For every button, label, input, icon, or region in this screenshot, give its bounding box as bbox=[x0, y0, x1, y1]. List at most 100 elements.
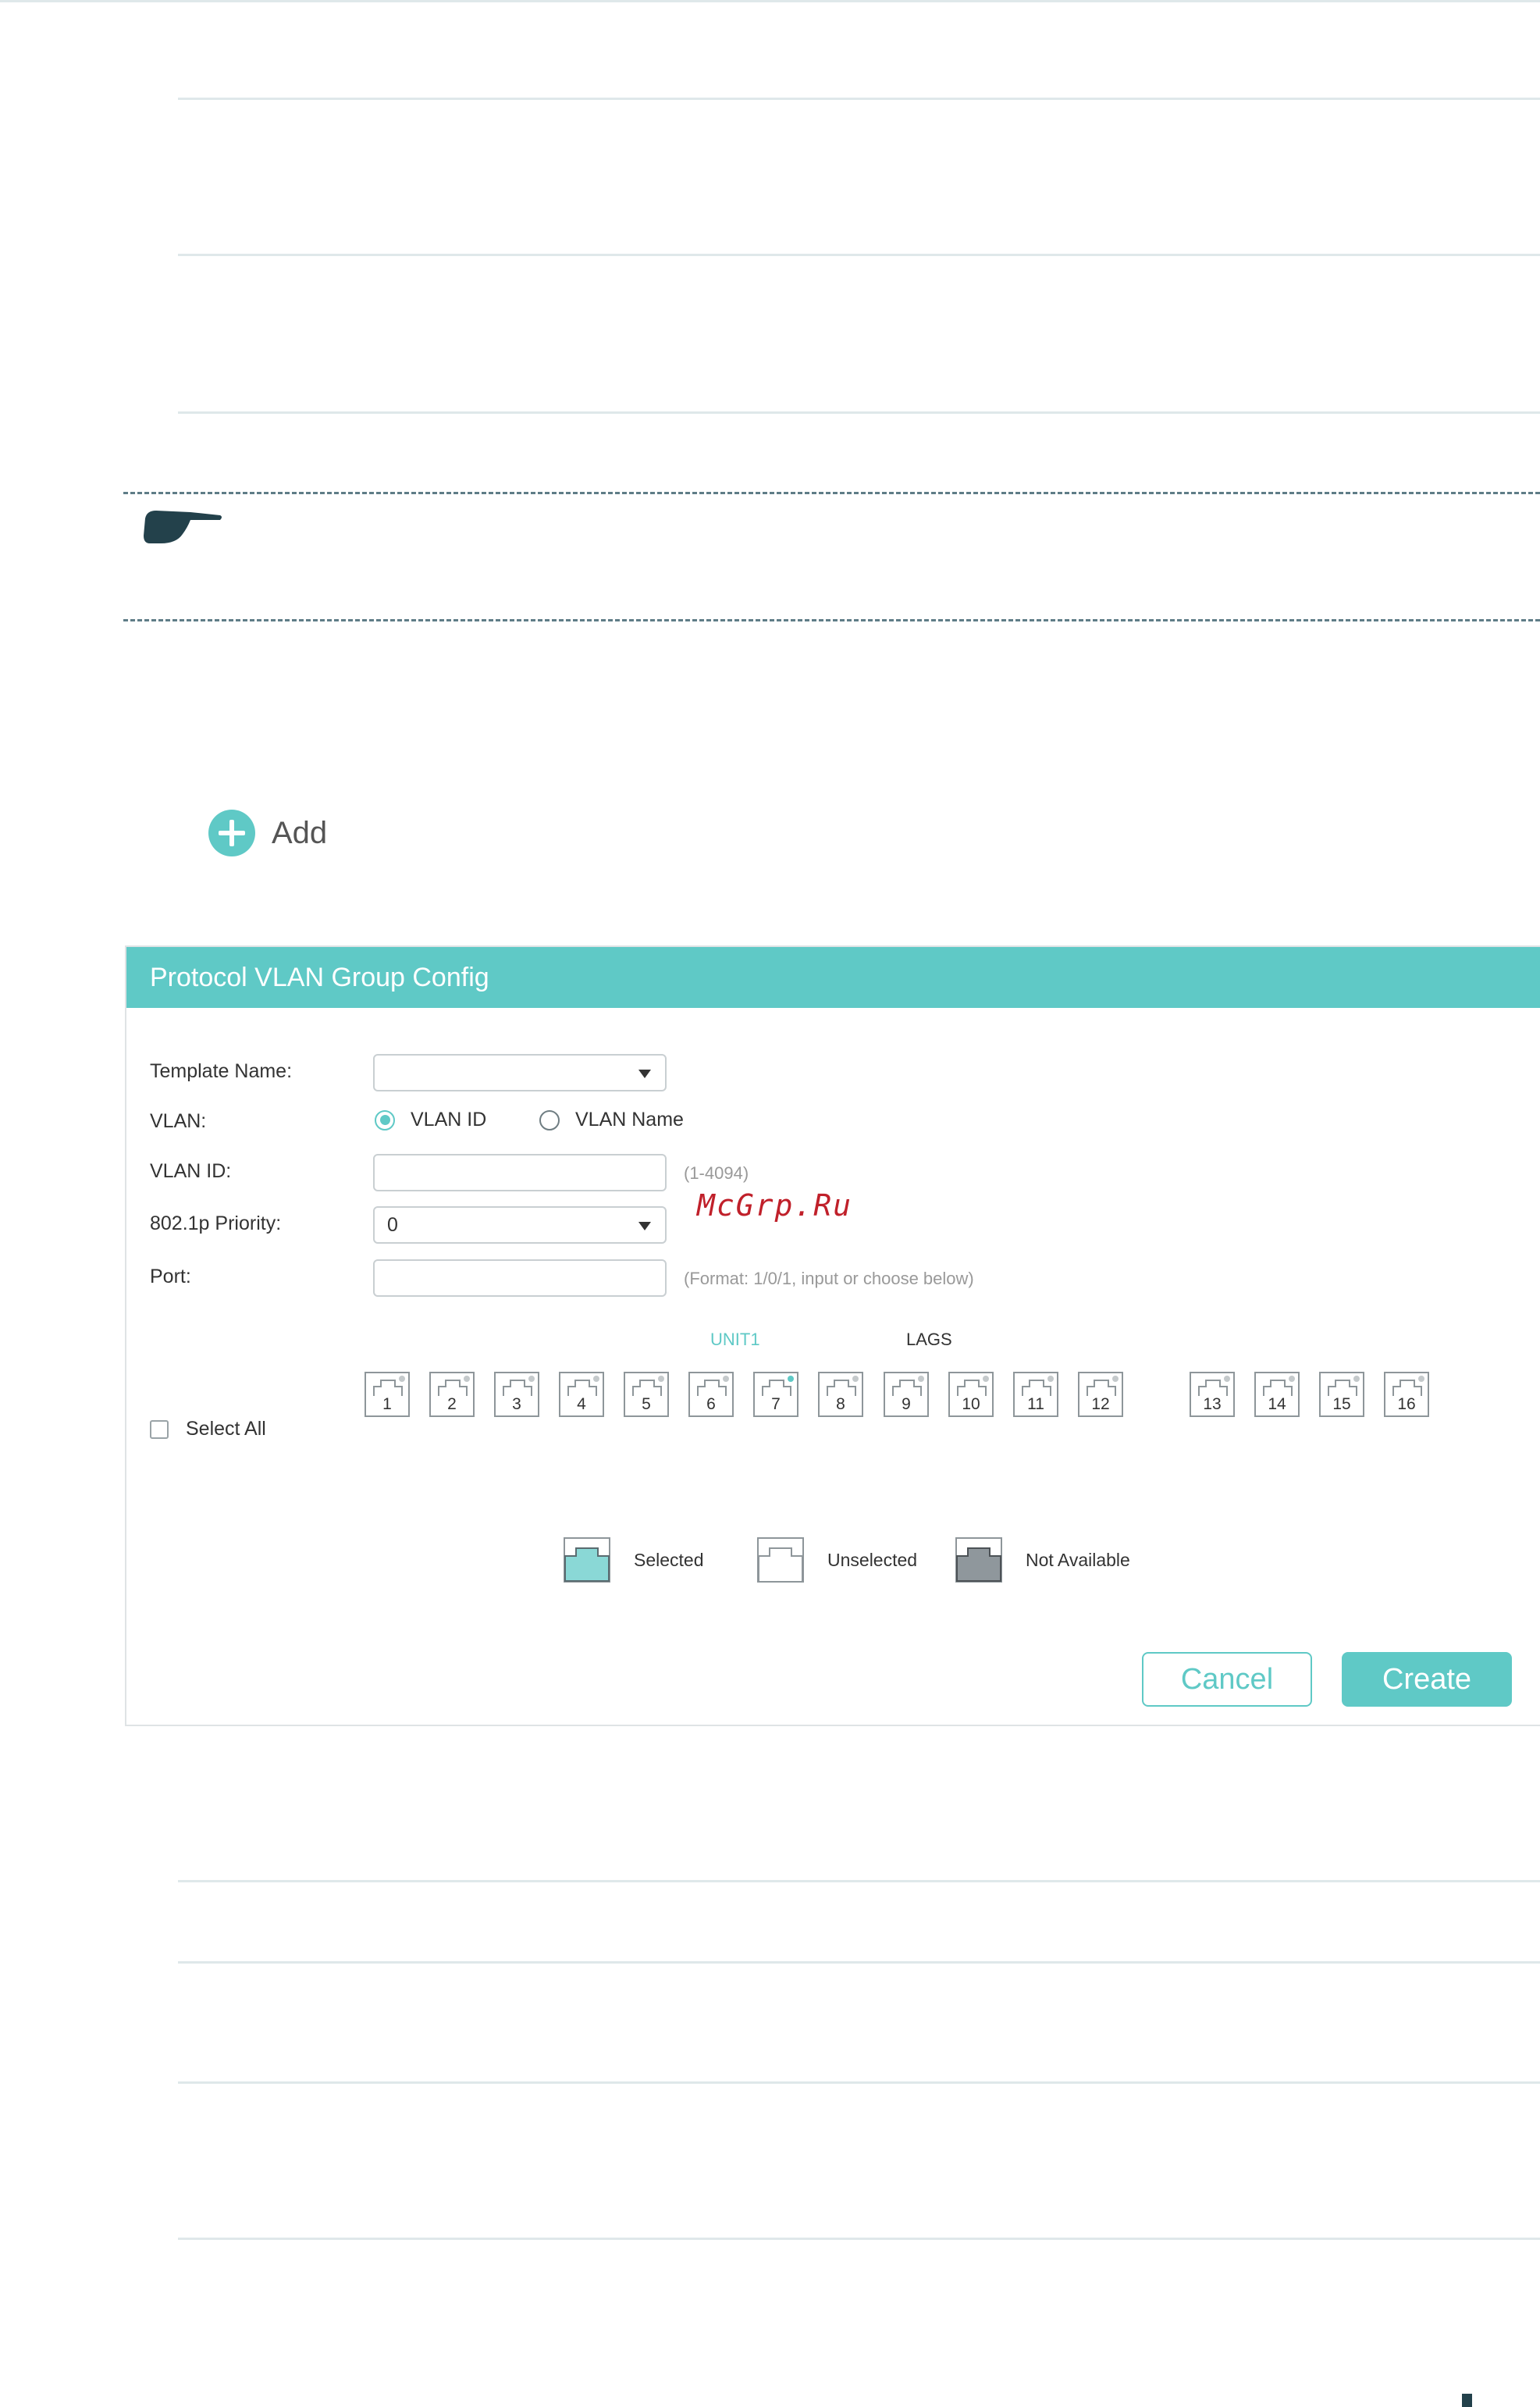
port-13-button[interactable]: 13 bbox=[1190, 1372, 1235, 1417]
port-number: 7 bbox=[771, 1395, 781, 1413]
port-number: 11 bbox=[1027, 1395, 1044, 1413]
create-button[interactable]: Create bbox=[1342, 1652, 1512, 1707]
legend-unselected-label: Unselected bbox=[827, 1549, 918, 1570]
ethernet-port-icon bbox=[373, 1380, 403, 1396]
ethernet-port-icon bbox=[697, 1380, 727, 1396]
priority-select[interactable]: 0 bbox=[373, 1206, 667, 1244]
ethernet-port-icon bbox=[827, 1380, 856, 1396]
ethernet-port-icon bbox=[762, 1380, 791, 1396]
port-number: 10 bbox=[962, 1395, 980, 1413]
legend-selected-label: Selected bbox=[634, 1549, 704, 1570]
port-number: 14 bbox=[1268, 1395, 1286, 1413]
port-15-button[interactable]: 15 bbox=[1319, 1372, 1364, 1417]
pointing-hand-icon bbox=[142, 507, 223, 550]
priority-label: 802.1p Priority: bbox=[150, 1212, 282, 1234]
port-12-button[interactable]: 12 bbox=[1078, 1372, 1123, 1417]
select-all-label: Select All bbox=[186, 1418, 266, 1440]
port-number: 2 bbox=[447, 1395, 457, 1413]
port-status-led bbox=[788, 1376, 794, 1382]
add-button-label: Add bbox=[272, 815, 328, 850]
port-5-button[interactable]: 5 bbox=[624, 1372, 669, 1417]
select-all-checkbox[interactable]: Select All bbox=[150, 1418, 266, 1440]
port-7-button[interactable]: 7 bbox=[753, 1372, 798, 1417]
chevron-down-icon bbox=[638, 1070, 651, 1078]
ethernet-port-icon bbox=[892, 1380, 922, 1396]
unit-label: UNIT1 bbox=[710, 1330, 760, 1349]
port-not-available-icon bbox=[955, 1537, 1002, 1583]
port-number: 1 bbox=[382, 1395, 392, 1413]
port-label: Port: bbox=[150, 1266, 191, 1287]
ethernet-port-icon bbox=[567, 1380, 597, 1396]
radio-unchecked-icon bbox=[539, 1109, 560, 1131]
port-9-button[interactable]: 9 bbox=[884, 1372, 929, 1417]
port-6-button[interactable]: 6 bbox=[688, 1372, 734, 1417]
ethernet-port-icon bbox=[503, 1380, 532, 1396]
vlan-label: VLAN: bbox=[150, 1110, 207, 1132]
port-11-button[interactable]: 11 bbox=[1013, 1372, 1058, 1417]
ethernet-port-icon bbox=[957, 1380, 987, 1396]
radio-checked-icon bbox=[375, 1109, 395, 1131]
port-status-led bbox=[1289, 1376, 1295, 1382]
vlan-id-input[interactable] bbox=[373, 1154, 667, 1191]
port-10-button[interactable]: 10 bbox=[948, 1372, 994, 1417]
add-circle-icon bbox=[208, 810, 255, 856]
radio-vlan-id-label: VLAN ID bbox=[411, 1109, 487, 1131]
table-rule bbox=[178, 2081, 1540, 2084]
radio-vlan-name-label: VLAN Name bbox=[575, 1109, 684, 1131]
port-4-button[interactable]: 4 bbox=[559, 1372, 604, 1417]
watermark: McGrp.Ru bbox=[697, 1188, 853, 1223]
cancel-button[interactable]: Cancel bbox=[1142, 1652, 1312, 1707]
port-number: 4 bbox=[577, 1395, 586, 1413]
legend-not-available-label: Not Available bbox=[1026, 1549, 1130, 1570]
port-status-led bbox=[1418, 1376, 1424, 1382]
table-rule bbox=[178, 1961, 1540, 1964]
ethernet-port-icon bbox=[1087, 1380, 1116, 1396]
ethernet-port-icon bbox=[1263, 1380, 1293, 1396]
port-number: 6 bbox=[706, 1395, 716, 1413]
legend-not-available: Not Available bbox=[955, 1537, 1130, 1583]
ethernet-port-icon bbox=[632, 1380, 662, 1396]
port-number: 3 bbox=[512, 1395, 521, 1413]
radio-vlan-id[interactable]: VLAN ID bbox=[375, 1109, 486, 1131]
port-14-button[interactable]: 14 bbox=[1254, 1372, 1300, 1417]
table-rule bbox=[178, 98, 1540, 100]
legend-selected: Selected bbox=[564, 1537, 704, 1583]
checkbox-icon bbox=[150, 1419, 169, 1439]
port-3-button[interactable]: 3 bbox=[494, 1372, 539, 1417]
vlan-id-label: VLAN ID: bbox=[150, 1160, 232, 1182]
port-unselected-icon bbox=[757, 1537, 804, 1583]
port-status-led bbox=[852, 1376, 859, 1382]
radio-vlan-name[interactable]: VLAN Name bbox=[539, 1109, 684, 1131]
port-1-button[interactable]: 1 bbox=[365, 1372, 410, 1417]
port-status-led bbox=[1047, 1376, 1054, 1382]
port-status-led bbox=[658, 1376, 664, 1382]
port-hint: (Format: 1/0/1, input or choose below) bbox=[684, 1269, 974, 1288]
port-status-led bbox=[528, 1376, 535, 1382]
ethernet-port-icon bbox=[1022, 1380, 1051, 1396]
vlan-id-hint: (1-4094) bbox=[684, 1163, 749, 1183]
port-status-led bbox=[723, 1376, 729, 1382]
legend-unselected: Unselected bbox=[757, 1537, 917, 1583]
port-number: 16 bbox=[1397, 1395, 1416, 1413]
template-name-select[interactable] bbox=[373, 1054, 667, 1091]
port-number: 12 bbox=[1091, 1395, 1110, 1413]
table-rule bbox=[178, 411, 1540, 414]
port-number: 9 bbox=[902, 1395, 911, 1413]
port-16-button[interactable]: 16 bbox=[1384, 1372, 1429, 1417]
port-status-led bbox=[399, 1376, 405, 1382]
table-rule bbox=[178, 254, 1540, 256]
port-2-button[interactable]: 2 bbox=[429, 1372, 475, 1417]
priority-value: 0 bbox=[387, 1214, 398, 1236]
panel-title: Protocol VLAN Group Config bbox=[126, 947, 1540, 1008]
ethernet-port-icon bbox=[1328, 1380, 1357, 1396]
port-status-led bbox=[983, 1376, 989, 1382]
port-status-led bbox=[1224, 1376, 1230, 1382]
port-number: 13 bbox=[1203, 1395, 1222, 1413]
add-button[interactable]: Add bbox=[208, 808, 327, 858]
port-input[interactable] bbox=[373, 1259, 667, 1297]
table-rule bbox=[178, 2238, 1540, 2240]
note-border-top bbox=[123, 492, 1540, 494]
ethernet-port-icon bbox=[1392, 1380, 1422, 1396]
port-status-led bbox=[1353, 1376, 1360, 1382]
port-8-button[interactable]: 8 bbox=[818, 1372, 863, 1417]
